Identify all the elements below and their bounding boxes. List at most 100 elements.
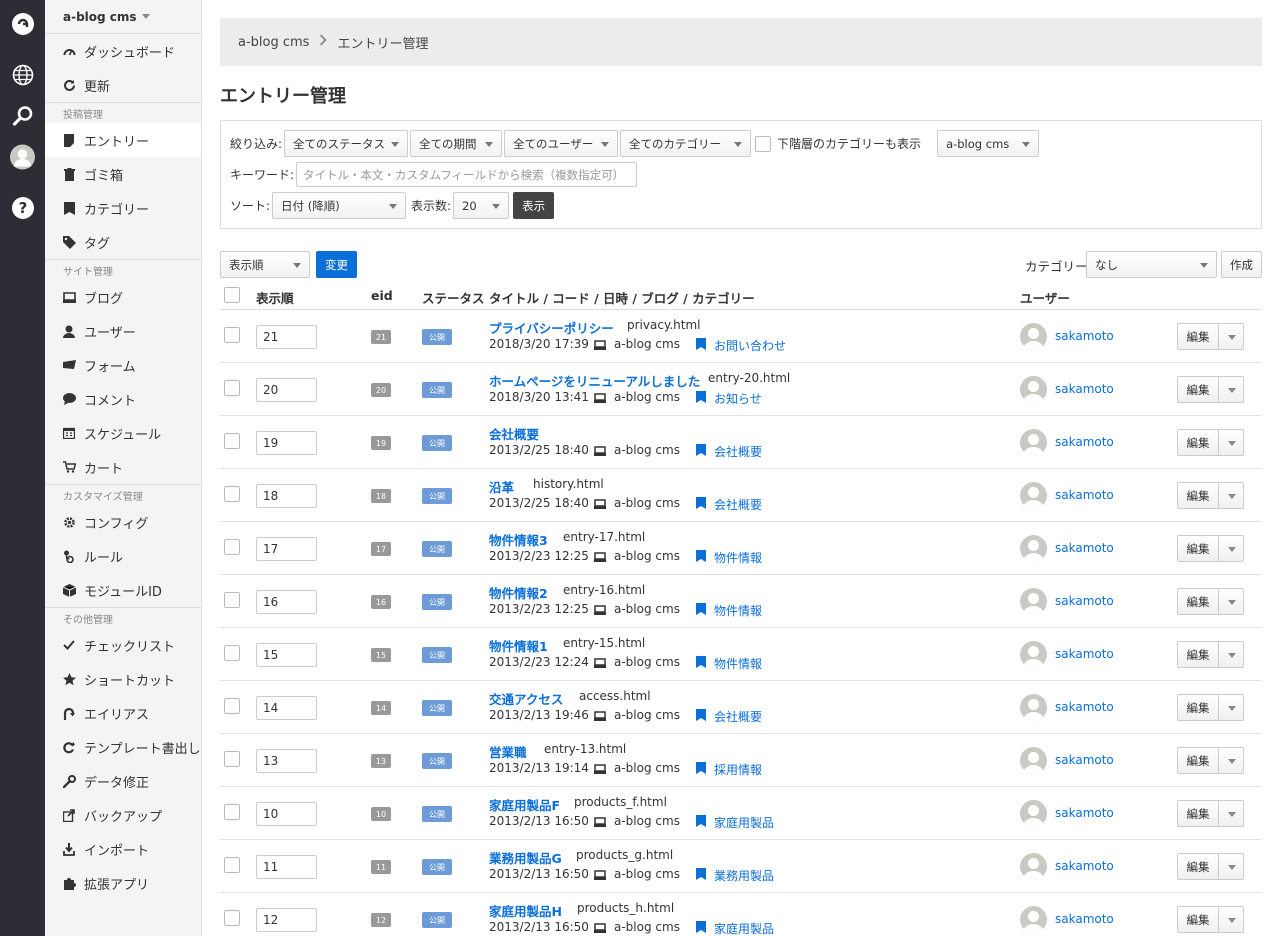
keyword-input[interactable]: タイトル・本文・カスタムフィールドから検索（複数指定可）	[296, 162, 638, 187]
entry-user-link[interactable]: sakamoto	[1055, 700, 1114, 714]
sidebar-item-rule[interactable]: ルール	[45, 539, 201, 573]
entry-category-link[interactable]: 物件情報	[714, 655, 762, 672]
globe-icon[interactable]	[10, 62, 35, 87]
entry-user-link[interactable]: sakamoto	[1055, 753, 1114, 767]
new-category-select[interactable]: なし	[1086, 251, 1217, 278]
edit-menu-dropdown[interactable]	[1218, 906, 1244, 933]
sidebar-item-alias[interactable]: エイリアス	[45, 696, 201, 730]
edit-button[interactable]: 編集	[1177, 588, 1219, 615]
row-checkbox[interactable]	[224, 433, 240, 449]
entry-user-link[interactable]: sakamoto	[1055, 912, 1114, 926]
sidebar-item-blog[interactable]: ブログ	[45, 280, 201, 314]
edit-menu-dropdown[interactable]	[1218, 482, 1244, 509]
row-checkbox[interactable]	[224, 486, 240, 502]
edit-menu-dropdown[interactable]	[1218, 535, 1244, 562]
order-input[interactable]: 10	[256, 802, 317, 826]
sidebar-item-check[interactable]: チェックリスト	[45, 628, 201, 662]
help-icon[interactable]: ?	[10, 195, 35, 220]
entry-category-link[interactable]: お問い合わせ	[714, 337, 786, 354]
sidebar-item-refresh[interactable]: 更新	[45, 68, 201, 102]
logo-icon[interactable]	[10, 11, 35, 36]
order-input[interactable]: 20	[256, 378, 317, 402]
sidebar-item-form[interactable]: フォーム	[45, 348, 201, 382]
create-button[interactable]: 作成	[1221, 251, 1262, 278]
period-select[interactable]: 全ての期間	[410, 130, 503, 157]
sidebar-item-gear[interactable]: コンフィグ	[45, 505, 201, 539]
entry-user-link[interactable]: sakamoto	[1055, 488, 1114, 502]
edit-button[interactable]: 編集	[1177, 694, 1219, 721]
sidebar-item-cart[interactable]: カート	[45, 450, 201, 484]
entry-user-link[interactable]: sakamoto	[1055, 806, 1114, 820]
entry-user-link[interactable]: sakamoto	[1055, 435, 1114, 449]
edit-menu-dropdown[interactable]	[1218, 323, 1244, 350]
row-checkbox[interactable]	[224, 539, 240, 555]
entry-category-link[interactable]: 会社概要	[714, 496, 762, 513]
entry-category-link[interactable]: 採用情報	[714, 761, 762, 778]
entry-title-link[interactable]: 営業職	[489, 742, 527, 761]
sidebar-item-tag[interactable]: タグ	[45, 225, 201, 259]
edit-button[interactable]: 編集	[1177, 747, 1219, 774]
edit-menu-dropdown[interactable]	[1218, 694, 1244, 721]
order-input[interactable]: 15	[256, 643, 317, 667]
entry-title-link[interactable]: プライバシーポリシー	[489, 318, 614, 337]
sidebar-item-comment[interactable]: コメント	[45, 382, 201, 416]
status-select[interactable]: 全てのステータス	[284, 130, 409, 157]
sidebar-item-calendar[interactable]: スケジュール	[45, 416, 201, 450]
entry-category-link[interactable]: 家庭用製品	[714, 814, 774, 831]
user-select[interactable]: 全てのユーザー	[504, 130, 619, 157]
row-checkbox[interactable]	[224, 592, 240, 608]
entry-category-link[interactable]: 会社概要	[714, 443, 762, 460]
edit-menu-dropdown[interactable]	[1218, 853, 1244, 880]
show-button[interactable]: 表示	[513, 192, 555, 219]
edit-menu-dropdown[interactable]	[1218, 747, 1244, 774]
edit-menu-dropdown[interactable]	[1218, 588, 1244, 615]
row-checkbox[interactable]	[224, 910, 240, 926]
order-input[interactable]: 16	[256, 590, 317, 614]
sidebar-item-entry[interactable]: エントリー	[45, 123, 201, 157]
change-button[interactable]: 変更	[316, 251, 357, 278]
order-input[interactable]: 21	[256, 325, 317, 349]
edit-button[interactable]: 編集	[1177, 535, 1219, 562]
order-select[interactable]: 表示順	[220, 251, 310, 278]
avatar-icon[interactable]	[10, 144, 35, 169]
order-input[interactable]: 13	[256, 749, 317, 773]
edit-menu-dropdown[interactable]	[1218, 429, 1244, 456]
entry-title-link[interactable]: 物件情報3	[489, 530, 548, 549]
sidebar-item-puzzle[interactable]: 拡張アプリ	[45, 866, 201, 900]
entry-title-link[interactable]: ホームページをリニューアルしました	[489, 371, 700, 390]
entry-title-link[interactable]: 交通アクセス	[489, 689, 563, 708]
row-checkbox[interactable]	[224, 804, 240, 820]
category-select[interactable]: 全てのカテゴリー	[620, 130, 752, 157]
order-input[interactable]: 11	[256, 855, 317, 879]
edit-button[interactable]: 編集	[1177, 376, 1219, 403]
entry-user-link[interactable]: sakamoto	[1055, 541, 1114, 555]
edit-button[interactable]: 編集	[1177, 482, 1219, 509]
entry-category-link[interactable]: 物件情報	[714, 602, 762, 619]
edit-button[interactable]: 編集	[1177, 641, 1219, 668]
entry-title-link[interactable]: 物件情報1	[489, 636, 548, 655]
edit-button[interactable]: 編集	[1177, 853, 1219, 880]
row-checkbox[interactable]	[224, 645, 240, 661]
entry-user-link[interactable]: sakamoto	[1055, 859, 1114, 873]
sidebar-item-star[interactable]: ショートカット	[45, 662, 201, 696]
row-checkbox[interactable]	[224, 857, 240, 873]
row-checkbox[interactable]	[224, 380, 240, 396]
sidebar-item-user[interactable]: ユーザー	[45, 314, 201, 348]
edit-button[interactable]: 編集	[1177, 323, 1219, 350]
sidebar-item-import[interactable]: インポート	[45, 832, 201, 866]
row-checkbox[interactable]	[224, 327, 240, 343]
entry-category-link[interactable]: 物件情報	[714, 549, 762, 566]
edit-menu-dropdown[interactable]	[1218, 641, 1244, 668]
order-input[interactable]: 12	[256, 908, 317, 932]
edit-menu-dropdown[interactable]	[1218, 800, 1244, 827]
order-input[interactable]: 14	[256, 696, 317, 720]
blog-select[interactable]: a-blog cms	[937, 130, 1040, 157]
sidebar-item-module[interactable]: モジュールID	[45, 573, 201, 607]
header-eid[interactable]: eid	[371, 288, 393, 303]
site-selector[interactable]: a-blog cms	[45, 0, 201, 34]
order-input[interactable]: 17	[256, 537, 317, 561]
row-checkbox[interactable]	[224, 698, 240, 714]
order-input[interactable]: 19	[256, 431, 317, 455]
order-input[interactable]: 18	[256, 484, 317, 508]
entry-category-link[interactable]: 家庭用製品	[714, 920, 774, 936]
